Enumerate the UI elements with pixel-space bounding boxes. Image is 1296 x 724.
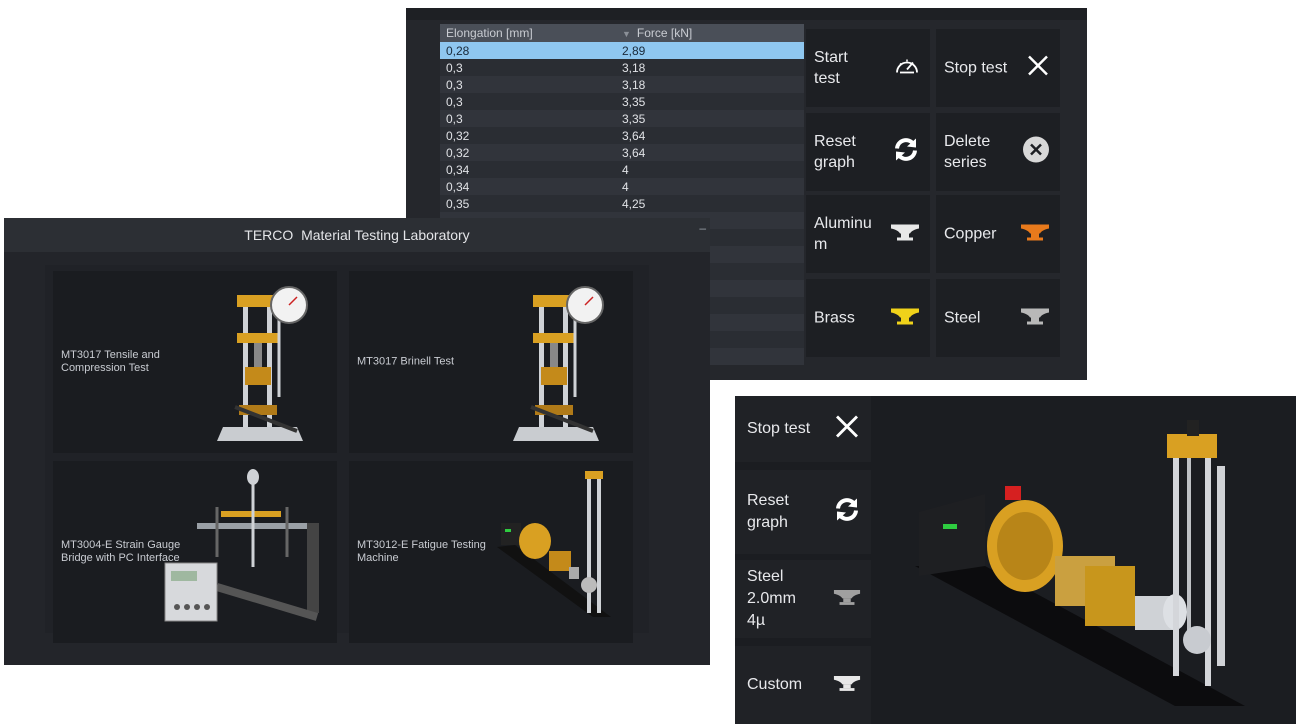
cell-elongation: 0,28 xyxy=(446,43,470,58)
refresh-icon xyxy=(833,496,861,529)
fatigue-machine-3d-image xyxy=(915,420,1245,706)
strain-gauge-bridge-image xyxy=(164,469,319,622)
tile-label: MT3017 Brinell Test xyxy=(357,355,455,368)
delete-circle-icon xyxy=(1022,136,1050,169)
anvil-icon xyxy=(890,223,920,246)
cell-force: 3,64 xyxy=(622,145,646,160)
window-title: Material Testing Laboratory xyxy=(301,227,470,243)
window-title-bar: TERCO Material Testing Laboratory xyxy=(4,218,710,252)
anvil-icon xyxy=(1020,307,1050,330)
header-force[interactable]: ▼ Force [kN] xyxy=(616,26,804,40)
reset-graph-button[interactable]: Reset graph xyxy=(806,113,930,191)
cell-elongation: 0,32 xyxy=(446,128,470,143)
copper-button[interactable]: Copper xyxy=(936,195,1060,273)
anvil-icon xyxy=(833,674,861,697)
close-x-icon xyxy=(833,413,861,446)
control-button-grid: Start test Stop test Reset graph Delete … xyxy=(806,29,1064,357)
stop-test-button[interactable]: Stop test xyxy=(936,29,1060,107)
reset-graph-label: Reset graph xyxy=(747,492,789,531)
copper-label: Copper xyxy=(944,225,997,243)
cell-elongation: 0,3 xyxy=(446,111,463,126)
cell-force: 3,35 xyxy=(622,111,646,126)
table-row[interactable]: 0,3 3,18 xyxy=(440,59,804,76)
steel-preset-label: Steel 2.0mm 4µ xyxy=(747,568,796,629)
cell-force: 3,18 xyxy=(622,60,646,75)
cell-force: 2,89 xyxy=(622,43,646,58)
cell-elongation: 0,34 xyxy=(446,179,470,194)
start-test-label: Start test xyxy=(814,49,848,87)
cell-elongation: 0,34 xyxy=(446,162,470,177)
tensile-machine-image xyxy=(217,286,308,441)
custom-label: Custom xyxy=(747,676,803,693)
table-row[interactable]: 0,35 4,25 xyxy=(440,195,804,212)
main-menu-window: TERCO Material Testing Laboratory – MT30… xyxy=(4,218,710,665)
cell-elongation: 0,32 xyxy=(446,145,470,160)
speedometer-icon xyxy=(894,54,920,83)
minimize-icon[interactable]: – xyxy=(699,221,706,235)
stop-test-label: Stop test xyxy=(944,59,1008,77)
table-row[interactable]: 0,3 3,35 xyxy=(440,110,804,127)
brass-label: Brass xyxy=(814,309,855,327)
table-row[interactable]: 0,3 3,35 xyxy=(440,93,804,110)
experiment-grid: MT3017 Tensile and Compression Test MT30… xyxy=(45,265,649,643)
cell-elongation: 0,3 xyxy=(446,94,463,109)
cell-force: 4 xyxy=(622,162,629,177)
steel-preset-button[interactable]: Steel 2.0mm 4µ xyxy=(735,560,871,638)
anvil-icon xyxy=(890,307,920,330)
stop-test-button[interactable]: Stop test xyxy=(735,396,871,462)
cell-force: 3,18 xyxy=(622,77,646,92)
start-test-button[interactable]: Start test xyxy=(806,29,930,107)
header-force-label: Force [kN] xyxy=(636,26,693,40)
aluminum-button[interactable]: Aluminum xyxy=(806,195,930,273)
cell-force: 3,35 xyxy=(622,94,646,109)
anvil-icon xyxy=(833,588,861,611)
reset-graph-label: Reset graph xyxy=(814,133,856,171)
fatigue-machine-image xyxy=(497,471,611,617)
delete-series-label: Delete series xyxy=(944,133,991,171)
cell-force: 4,25 xyxy=(622,196,646,211)
brand-name: TERCO xyxy=(244,227,294,243)
brinell-machine-image xyxy=(513,286,604,441)
tile-fatigue[interactable]: MT3012-E Fatigue Testing Machine xyxy=(349,461,633,643)
reset-graph-button[interactable]: Reset graph xyxy=(735,470,871,554)
sort-arrow-icon: ▼ xyxy=(622,29,631,39)
tile-label: MT3012-E Fatigue Testing Machine xyxy=(357,539,486,564)
cell-force: 3,64 xyxy=(622,128,646,143)
cell-elongation: 0,3 xyxy=(446,77,463,92)
table-row[interactable]: 0,32 3,64 xyxy=(440,144,804,161)
cell-elongation: 0,35 xyxy=(446,196,470,211)
cell-elongation: 0,3 xyxy=(446,60,463,75)
refresh-icon xyxy=(892,136,920,169)
table-row[interactable]: 0,34 4 xyxy=(440,178,804,195)
brass-button[interactable]: Brass xyxy=(806,279,930,357)
table-row[interactable]: 0,34 4 xyxy=(440,161,804,178)
tile-tensile-compression[interactable]: MT3017 Tensile and Compression Test xyxy=(53,271,337,453)
table-row[interactable]: 0,3 3,18 xyxy=(440,76,804,93)
cell-force: 4 xyxy=(622,179,629,194)
fatigue-test-window: Stop test Reset graph Steel 2.0mm 4µ Cus… xyxy=(735,396,1296,724)
steel-button[interactable]: Steel xyxy=(936,279,1060,357)
table-header: Elongation [mm] ▼ Force [kN] xyxy=(440,24,804,42)
steel-label: Steel xyxy=(944,309,981,327)
table-row[interactable]: 0,32 3,64 xyxy=(440,127,804,144)
custom-button[interactable]: Custom xyxy=(735,646,871,724)
close-x-icon xyxy=(1026,54,1050,83)
aluminum-label: Aluminum xyxy=(814,215,872,253)
header-elongation[interactable]: Elongation [mm] xyxy=(440,26,616,40)
delete-series-button[interactable]: Delete series xyxy=(936,113,1060,191)
anvil-icon xyxy=(1020,223,1050,246)
tile-brinell[interactable]: MT3017 Brinell Test xyxy=(349,271,633,453)
table-row[interactable]: 0,28 2,89 xyxy=(440,42,804,59)
tile-label: MT3017 Tensile and Compression Test xyxy=(61,349,160,374)
stop-test-label: Stop test xyxy=(747,420,811,437)
panel-top-bar xyxy=(406,8,1087,20)
tile-strain-gauge[interactable]: MT3004-E Strain Gauge Bridge with PC Int… xyxy=(53,461,337,643)
